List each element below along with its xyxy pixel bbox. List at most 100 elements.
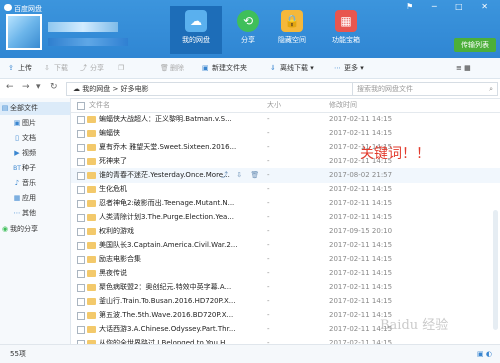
view-toggle[interactable]: ≡ ▦	[456, 62, 471, 74]
table-row[interactable]: 美国队长3.Captain.America.Civil.War.2... - 201…	[71, 238, 500, 253]
row-checkbox[interactable]	[77, 298, 85, 306]
row-checkbox[interactable]	[77, 144, 85, 152]
sidebar-item-music[interactable]: ♪ 音乐	[0, 177, 70, 190]
new-folder-icon: ▣	[202, 64, 209, 72]
breadcrumb[interactable]: ☁ 我的网盘 > 好多电影	[66, 82, 354, 96]
copy-button[interactable]: ❐	[118, 62, 128, 74]
select-all-checkbox[interactable]	[77, 102, 85, 110]
new-folder-button[interactable]: ▣ 新建文件夹	[202, 62, 247, 74]
sidebar-item-label: 种子	[22, 164, 36, 172]
refresh-icon[interactable]: ↻	[50, 82, 58, 92]
share-button[interactable]: ⤴ 分享	[80, 62, 104, 74]
column-size[interactable]: 大小	[267, 98, 281, 112]
more-button[interactable]: ⋯ 更多 ▾	[334, 62, 364, 74]
transfer-list-button[interactable]: 传输列表	[454, 38, 496, 52]
upload-button[interactable]: ⇪ 上传	[8, 62, 32, 74]
scrollbar[interactable]	[493, 210, 498, 330]
file-name[interactable]: 蝙蝠侠	[99, 126, 247, 141]
sidebar-item-other[interactable]: ⋯ 其他	[0, 207, 70, 220]
row-checkbox[interactable]	[77, 200, 85, 208]
table-row[interactable]: 死神来了 -2017-02-11 14:15	[71, 154, 500, 169]
tab-my-cloud[interactable]: ☁ 我的网盘	[170, 6, 222, 54]
tab-toolbox[interactable]: ▦ 功能宝箱	[320, 6, 372, 54]
sidebar-item-torrents[interactable]: BT种子	[0, 162, 70, 175]
item-count: 55项	[10, 350, 26, 358]
file-name[interactable]: 人类清除计划3.The.Purge.Election.Yea...	[99, 210, 247, 225]
column-name[interactable]: 文件名	[89, 98, 110, 112]
table-row[interactable]: 蝙蝠侠 - 2017-02-11 14:15	[71, 126, 500, 141]
file-name[interactable]: 黑夜传说	[99, 266, 247, 281]
row-checkbox[interactable]	[77, 326, 85, 334]
file-name[interactable]: 励志电影合集	[99, 252, 247, 267]
table-row[interactable]: 生化危机 - 2017-02-11 14:15	[71, 182, 500, 197]
table-row[interactable]: 蝙蝠侠大战超人：正义黎明.Batman.v.S... - 2017-02-11 14…	[71, 112, 500, 127]
folder-icon	[87, 284, 96, 291]
row-checkbox[interactable]	[77, 158, 85, 166]
row-checkbox[interactable]	[77, 214, 85, 222]
column-date[interactable]: 修改时间	[329, 98, 357, 112]
table-row[interactable]: 聚色病联盟2：奥创纪元.特效中英字幕.A... - 2017-02-11 14:15	[71, 280, 500, 295]
file-size: -	[267, 185, 270, 193]
table-row[interactable]: 夏有乔木 雅望天堂.Sweet.Sixteen.2016... -2017-02-…	[71, 140, 500, 155]
delete-button[interactable]: 🗑删除	[160, 62, 184, 74]
file-name[interactable]: 忍者神龟2:破影而出.Teenage.Mutant.N...	[99, 196, 247, 211]
folder-icon	[87, 242, 96, 249]
file-name[interactable]: 蝙蝠侠大战超人：正义黎明.Batman.v.S...	[99, 112, 247, 127]
file-name[interactable]: 生化危机	[99, 182, 247, 197]
table-row[interactable]: 谁的青春不迷茫.Yesterday.Once.More... ⤴ ⇩ 🗑 -2017…	[71, 168, 500, 183]
search-input[interactable]: 搜索我的网盘文件 ⌕	[352, 82, 498, 96]
row-checkbox[interactable]	[77, 256, 85, 264]
offline-download-button[interactable]: ⇓ 离线下载 ▾	[270, 62, 314, 74]
back-icon[interactable]: ←	[6, 82, 14, 92]
file-name[interactable]: 死神来了	[99, 154, 247, 169]
table-row[interactable]: 人类清除计划3.The.Purge.Election.Yea... - 2017-0…	[71, 210, 500, 225]
breadcrumb-root[interactable]: 我的网盘	[82, 85, 110, 93]
table-row[interactable]: 忍者神龟2:破影而出.Teenage.Mutant.N... - 2017-02-1…	[71, 196, 500, 211]
file-name[interactable]: 美国队长3.Captain.America.Civil.War.2...	[99, 238, 247, 253]
forward-icon[interactable]: →	[22, 82, 30, 92]
folder-icon	[87, 326, 96, 333]
file-date: 2017-02-11 14:15	[329, 185, 393, 193]
row-checkbox[interactable]	[77, 186, 85, 194]
table-row[interactable]: 釜山行.Train.To.Busan.2016.HD720P.X... - 2017…	[71, 294, 500, 309]
search-icon[interactable]: ⌕	[489, 83, 493, 95]
username-blurred[interactable]	[48, 22, 118, 32]
video-icon: ▶	[14, 149, 20, 157]
file-name[interactable]: 权利的游戏	[99, 224, 247, 239]
folder-icon: ▤	[1, 104, 9, 112]
row-checkbox[interactable]	[77, 116, 85, 124]
sidebar-item-my-shares[interactable]: ◉ 我的分享	[0, 223, 70, 236]
file-name[interactable]: 第五波.The.5th.Wave.2016.BD720P.X...	[99, 308, 247, 323]
row-checkbox[interactable]	[77, 242, 85, 250]
folder-icon	[87, 200, 96, 207]
table-row[interactable]: 黑夜传说 - 2017-02-11 14:15	[71, 266, 500, 281]
window-controls[interactable]: ⚑ ─ □ ✕	[406, 2, 496, 11]
table-row[interactable]: 权利的游戏 - 2017-09-15 20:10	[71, 224, 500, 239]
dropdown-icon[interactable]: ▾	[36, 82, 41, 92]
tab-hidden-space[interactable]: 🔒 隐藏空间	[266, 6, 318, 54]
sidebar-item-docs[interactable]: ▯ 文档	[0, 132, 70, 145]
table-row[interactable]: 励志电影合集 - 2017-02-11 14:15	[71, 252, 500, 267]
trash-icon: 🗑	[160, 64, 169, 72]
file-name[interactable]: 大话西游3.A.Chinese.Odyssey.Part.Thr...	[99, 322, 247, 337]
sidebar-item-label: 文档	[22, 134, 36, 142]
file-size: -	[267, 241, 270, 249]
sidebar-item-all-files[interactable]: ▤ 全部文件	[0, 102, 70, 115]
nav-bar: ← → ▾ ↻ ☁ 我的网盘 > 好多电影 搜索我的网盘文件 ⌕	[0, 78, 500, 99]
row-checkbox[interactable]	[77, 172, 85, 180]
row-checkbox[interactable]	[77, 312, 85, 320]
file-name[interactable]: 聚色病联盟2：奥创纪元.特效中英字幕.A...	[99, 280, 247, 295]
download-button[interactable]: ⇩ 下载	[44, 62, 68, 74]
sidebar-item-images[interactable]: ▣ 图片	[0, 117, 70, 130]
sidebar-item-apps[interactable]: ▦ 应用	[0, 192, 70, 205]
row-checkbox[interactable]	[77, 130, 85, 138]
avatar[interactable]	[6, 14, 42, 50]
row-checkbox[interactable]	[77, 284, 85, 292]
row-actions[interactable]: ⤴ ⇩ 🗑	[221, 168, 262, 183]
status-icons[interactable]: ▣ ◐	[477, 345, 492, 363]
sidebar-item-videos[interactable]: ▶ 视频	[0, 147, 70, 160]
file-name[interactable]: 夏有乔木 雅望天堂.Sweet.Sixteen.2016...	[99, 140, 247, 155]
file-name[interactable]: 釜山行.Train.To.Busan.2016.HD720P.X...	[99, 294, 247, 309]
row-checkbox[interactable]	[77, 270, 85, 278]
row-checkbox[interactable]	[77, 228, 85, 236]
